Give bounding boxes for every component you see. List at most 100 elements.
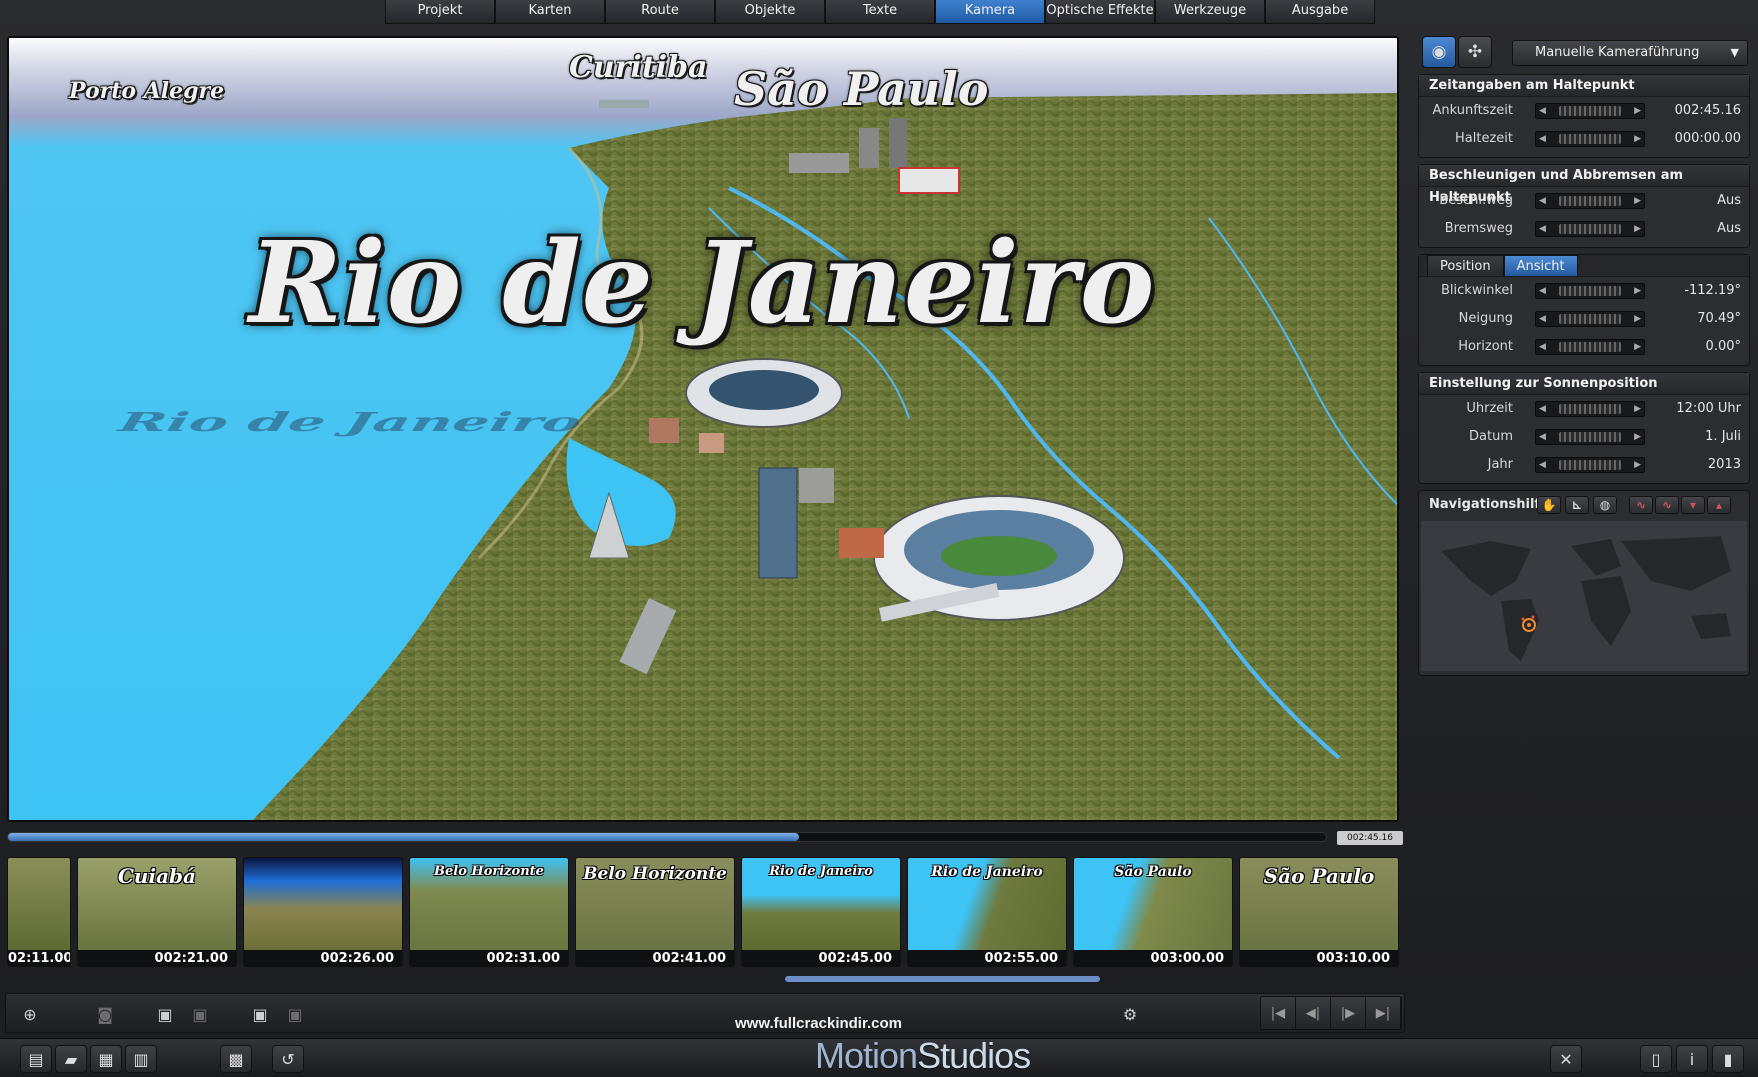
slider-grip[interactable] (1559, 286, 1621, 296)
parameter-slider[interactable]: ◀ ▶ (1535, 429, 1645, 445)
undo-icon[interactable]: ↺ (272, 1045, 304, 1073)
arrow-right-icon[interactable]: ▶ (1634, 404, 1641, 414)
arrow-right-icon[interactable]: ▶ (1634, 106, 1641, 116)
camera-add-icon[interactable]: ▣ (151, 1000, 179, 1028)
slider-grip[interactable] (1559, 224, 1621, 234)
parameter-value[interactable]: 2013 (1708, 457, 1741, 472)
arrow-left-icon[interactable]: ◀ (1539, 134, 1546, 144)
tab-ansicht[interactable]: Ansicht (1503, 255, 1578, 276)
keyframe-thumbnail[interactable]: 002:26.00 (243, 857, 403, 967)
keyframe-thumbnail[interactable]: Belo Horizonte 002:31.00 (409, 857, 569, 967)
menu-ausgabe[interactable]: Ausgabe (1265, 0, 1375, 24)
help-book-icon[interactable]: ▯ (1640, 1045, 1672, 1073)
parameter-value[interactable]: 002:45.16 (1675, 103, 1741, 118)
arrow-right-icon[interactable]: ▶ (1634, 342, 1641, 352)
arrow-right-icon[interactable]: ▶ (1634, 314, 1641, 324)
world-minimap[interactable] (1421, 521, 1747, 671)
menu-werkzeuge[interactable]: Werkzeuge (1155, 0, 1265, 24)
camera-settings-icon[interactable]: ⚙ (1116, 1000, 1144, 1028)
timeline-scrubber[interactable] (7, 832, 1327, 842)
arrow-left-icon[interactable]: ◀ (1539, 196, 1546, 206)
parameter-slider[interactable]: ◀ ▶ (1535, 311, 1645, 327)
menu-route[interactable]: Route (605, 0, 715, 24)
arrow-right-icon[interactable]: ▶ (1634, 460, 1641, 470)
parameter-slider[interactable]: ◀ ▶ (1535, 193, 1645, 209)
arrow-left-icon[interactable]: ◀ (1539, 342, 1546, 352)
parameter-slider[interactable]: ◀ ▶ (1535, 339, 1645, 355)
slider-grip[interactable] (1559, 106, 1621, 116)
keyframe-thumbnail[interactable]: Belo Horizonte 002:41.00 (575, 857, 735, 967)
exit-icon[interactable]: ▮ (1712, 1045, 1744, 1073)
step-back-button[interactable]: ◀| (1296, 997, 1331, 1029)
parameter-value[interactable]: -112.19° (1684, 283, 1741, 298)
keyframe-thumbnail[interactable]: Rio de Janeiro 002:45.00 (741, 857, 901, 967)
camera-mode-select[interactable]: Manuelle Kameraführung ▼ (1512, 40, 1748, 66)
parameter-value[interactable]: Aus (1717, 193, 1741, 208)
parameter-value[interactable]: 70.49° (1697, 311, 1741, 326)
arrow-right-icon[interactable]: ▶ (1634, 134, 1641, 144)
open-folder-icon[interactable]: ▰ (55, 1045, 87, 1073)
crosshair-icon[interactable]: ⊕ (16, 1000, 44, 1028)
menu-karten[interactable]: Karten (495, 0, 605, 24)
marker-icon[interactable]: ▾ (1681, 496, 1705, 514)
arrow-left-icon[interactable]: ◀ (1539, 106, 1546, 116)
camera-insert-icon[interactable]: ▣ (246, 1000, 274, 1028)
parameter-slider[interactable]: ◀ ▶ (1535, 221, 1645, 237)
slider-grip[interactable] (1559, 314, 1621, 324)
save-icon[interactable]: ▦ (90, 1045, 122, 1073)
arrow-left-icon[interactable]: ◀ (1539, 224, 1546, 234)
slider-grip[interactable] (1559, 342, 1621, 352)
arrow-left-icon[interactable]: ◀ (1539, 432, 1546, 442)
save-as-icon[interactable]: ▥ (125, 1045, 157, 1073)
slider-grip[interactable] (1559, 432, 1621, 442)
parameter-slider[interactable]: ◀ ▶ (1535, 283, 1645, 299)
tools-icon[interactable]: ✕ (1550, 1045, 1582, 1073)
keyframe-thumbnail[interactable]: Rio de Janeiro 002:55.00 (907, 857, 1067, 967)
arrow-right-icon[interactable]: ▶ (1634, 286, 1641, 296)
menu-optische-effekte[interactable]: Optische Effekte (1045, 0, 1155, 24)
skip-to-end-button[interactable]: ▶| (1366, 997, 1401, 1029)
parameter-value[interactable]: 1. Juli (1705, 429, 1741, 444)
tab-position[interactable]: Position (1427, 255, 1504, 276)
parameter-slider[interactable]: ◀ ▶ (1535, 131, 1645, 147)
parameter-slider[interactable]: ◀ ▶ (1535, 103, 1645, 119)
parameter-value[interactable]: Aus (1717, 221, 1741, 236)
slider-grip[interactable] (1559, 460, 1621, 470)
slider-grip[interactable] (1559, 196, 1621, 206)
slider-grip[interactable] (1559, 404, 1621, 414)
slider-grip[interactable] (1559, 134, 1621, 144)
route-red-icon[interactable]: ∿ (1655, 496, 1679, 514)
parameter-slider[interactable]: ◀ ▶ (1535, 457, 1645, 473)
camera-tools-icon[interactable]: ✣ (1458, 36, 1492, 68)
hand-icon[interactable]: ✋ (1537, 496, 1561, 514)
step-forward-button[interactable]: |▶ (1331, 997, 1366, 1029)
flag-icon[interactable]: ▴ (1707, 496, 1731, 514)
keyframe-thumbnail[interactable]: São Paulo 003:10.00 (1239, 857, 1399, 967)
menu-kamera[interactable]: Kamera (935, 0, 1045, 24)
parameter-slider[interactable]: ◀ ▶ (1535, 401, 1645, 417)
keyframe-thumbnail[interactable]: Cuiabá 002:21.00 (77, 857, 237, 967)
menu-texte[interactable]: Texte (825, 0, 935, 24)
arrow-right-icon[interactable]: ▶ (1634, 224, 1641, 234)
camera-icon[interactable]: ◉ (1422, 36, 1456, 68)
ruler-icon[interactable]: ⊾ (1565, 496, 1589, 514)
menu-objekte[interactable]: Objekte (715, 0, 825, 24)
info-icon[interactable]: i (1676, 1045, 1708, 1073)
arrow-left-icon[interactable]: ◀ (1539, 314, 1546, 324)
arrow-left-icon[interactable]: ◀ (1539, 460, 1546, 470)
new-file-icon[interactable]: ▤ (20, 1045, 52, 1073)
thumbnail-scrollbar[interactable] (785, 976, 1100, 982)
parameter-value[interactable]: 000:00.00 (1675, 131, 1741, 146)
arrow-right-icon[interactable]: ▶ (1634, 196, 1641, 206)
arrow-left-icon[interactable]: ◀ (1539, 404, 1546, 414)
arrow-right-icon[interactable]: ▶ (1634, 432, 1641, 442)
globe-icon[interactable]: ◍ (1593, 496, 1617, 514)
arrow-left-icon[interactable]: ◀ (1539, 286, 1546, 296)
route-icon[interactable]: ∿ (1629, 496, 1653, 514)
keyframe-thumbnail[interactable]: São Paulo 003:00.00 (1073, 857, 1233, 967)
parameter-value[interactable]: 12:00 Uhr (1676, 401, 1741, 416)
keyframe-thumbnail[interactable]: 02:11.00 (7, 857, 71, 967)
menu-projekt[interactable]: Projekt (385, 0, 495, 24)
parameter-value[interactable]: 0.00° (1706, 339, 1741, 354)
map-viewport[interactable]: Porto Alegre Curitiba São Paulo Rio de J… (7, 36, 1399, 822)
